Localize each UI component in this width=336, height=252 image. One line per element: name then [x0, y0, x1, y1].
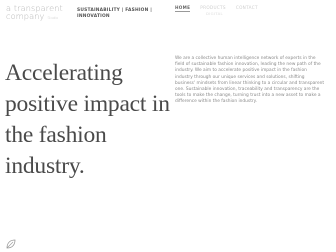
- site-header: a transparent company Studio SUSTAINABIL…: [0, 0, 336, 38]
- tagline-line1: SUSTAINABILITY | FASHION |: [77, 8, 152, 13]
- main-nav: HOME PRODUCTS CONTACT DIGITAL: [175, 5, 258, 16]
- leaf-icon: [6, 239, 16, 249]
- site-tagline: SUSTAINABILITY | FASHION | INNOVATION: [77, 8, 152, 20]
- intro-paragraph: We are a collective human intelligence n…: [175, 56, 325, 105]
- nav-contact[interactable]: CONTACT: [236, 5, 258, 10]
- logo-line2: company: [6, 11, 45, 21]
- nav-home[interactable]: HOME: [175, 5, 191, 12]
- nav-products[interactable]: PRODUCTS: [200, 5, 226, 10]
- company-logo[interactable]: a transparent company Studio: [6, 4, 74, 20]
- logo-tag: Studio: [47, 16, 59, 20]
- hero-title: Accelerating positive impact in the fash…: [5, 60, 170, 179]
- nav-sub-digital[interactable]: DIGITAL: [206, 11, 223, 16]
- tagline-line2: INNOVATION: [77, 13, 110, 19]
